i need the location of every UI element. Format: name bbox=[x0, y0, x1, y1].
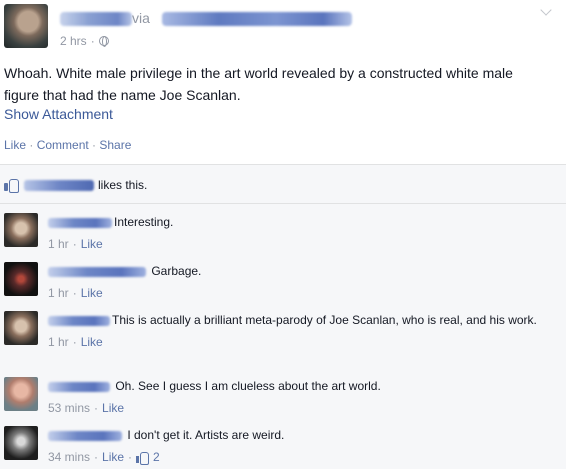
comment-time[interactable]: 34 mins bbox=[48, 448, 90, 466]
comment-text: Garbage. bbox=[151, 264, 202, 278]
comment-body: This is actually a brilliant meta-parody… bbox=[48, 311, 548, 351]
commenter-name-redacted[interactable] bbox=[48, 430, 122, 441]
comment-meta: 34 mins · Like · 2 bbox=[48, 448, 548, 466]
meta-separator: · bbox=[72, 286, 77, 300]
thumbs-up-icon bbox=[4, 178, 19, 193]
story-meta: 2 hrs · bbox=[60, 34, 109, 48]
commenter-name-redacted[interactable] bbox=[48, 315, 110, 326]
comment-link[interactable]: Comment bbox=[37, 138, 89, 152]
likes-summary: likes this. bbox=[4, 177, 147, 193]
comment-like-link[interactable]: Like bbox=[102, 448, 124, 466]
globe-icon[interactable] bbox=[98, 36, 109, 47]
action-dot: · bbox=[26, 138, 37, 152]
author-name-redacted[interactable] bbox=[60, 12, 132, 26]
commenter-avatar[interactable] bbox=[4, 311, 38, 345]
commenter-avatar[interactable] bbox=[4, 426, 38, 460]
story-actions: Like · Comment · Share bbox=[4, 138, 131, 152]
comment-meta: 1 hr · Like bbox=[48, 284, 548, 302]
comment-like-count[interactable]: 2 bbox=[153, 448, 160, 466]
commenter-name-redacted[interactable] bbox=[48, 266, 146, 277]
meta-separator: · bbox=[72, 237, 77, 251]
comment-like-link[interactable]: Like bbox=[81, 284, 103, 302]
comment-text: Oh. See I guess I am clueless about the … bbox=[115, 379, 381, 393]
post-message: Whoah. White male privilege in the art w… bbox=[4, 65, 513, 103]
author-avatar[interactable] bbox=[4, 4, 48, 48]
thumbs-up-icon[interactable] bbox=[136, 451, 150, 465]
comment-body: I don't get it. Artists are weird. 34 mi… bbox=[48, 426, 548, 466]
commenter-avatar[interactable] bbox=[4, 377, 38, 411]
meta-separator: · bbox=[128, 450, 133, 464]
show-attachment-link[interactable]: Show Attachment bbox=[4, 106, 113, 122]
comment-time[interactable]: 1 hr bbox=[48, 284, 69, 302]
comment-like-link[interactable]: Like bbox=[102, 399, 124, 417]
feed-story: via 2 hrs · Whoah. White male privilege … bbox=[0, 0, 566, 469]
comment-time[interactable]: 53 mins bbox=[48, 399, 90, 417]
commenter-name-redacted[interactable] bbox=[48, 217, 112, 228]
liker-name-redacted[interactable] bbox=[24, 179, 94, 191]
comment-meta: 1 hr · Like bbox=[48, 333, 548, 351]
timestamp[interactable]: 2 hrs bbox=[60, 34, 87, 48]
comment-like-link[interactable]: Like bbox=[81, 235, 103, 253]
via-label: via bbox=[132, 10, 150, 26]
chevron-down-icon[interactable] bbox=[540, 4, 554, 18]
comment-body: Oh. See I guess I am clueless about the … bbox=[48, 377, 548, 417]
commenter-avatar[interactable] bbox=[4, 262, 38, 296]
comment-text: Interesting. bbox=[114, 215, 174, 229]
comment-time[interactable]: 1 hr bbox=[48, 235, 69, 253]
comment-body: Garbage. 1 hr · Like bbox=[48, 262, 548, 302]
comment-like-link[interactable]: Like bbox=[81, 333, 103, 351]
comment-time[interactable]: 1 hr bbox=[48, 333, 69, 351]
comment-meta: 1 hr · Like bbox=[48, 235, 548, 253]
comment-text: I don't get it. Artists are weird. bbox=[127, 428, 285, 442]
via-source-redacted[interactable] bbox=[162, 12, 352, 26]
comment-text: This is actually a brilliant meta-parody… bbox=[112, 313, 537, 327]
meta-separator: · bbox=[72, 335, 77, 349]
story-header: via 2 hrs · bbox=[4, 4, 560, 50]
meta-separator: · bbox=[94, 401, 99, 415]
commenter-avatar[interactable] bbox=[4, 213, 38, 247]
comment-body: Interesting. 1 hr · Like bbox=[48, 213, 548, 253]
share-link[interactable]: Share bbox=[99, 138, 131, 152]
likes-text: likes this. bbox=[98, 178, 148, 192]
feedback-section: likes this. Interesting. 1 hr · Like Garba… bbox=[0, 164, 566, 469]
divider bbox=[0, 203, 566, 204]
meta-separator: · bbox=[90, 34, 95, 48]
commenter-name-redacted[interactable] bbox=[48, 381, 110, 392]
comment-meta: 53 mins · Like bbox=[48, 399, 548, 417]
action-dot: · bbox=[88, 138, 100, 152]
meta-separator: · bbox=[94, 450, 99, 464]
like-link[interactable]: Like bbox=[4, 138, 26, 152]
